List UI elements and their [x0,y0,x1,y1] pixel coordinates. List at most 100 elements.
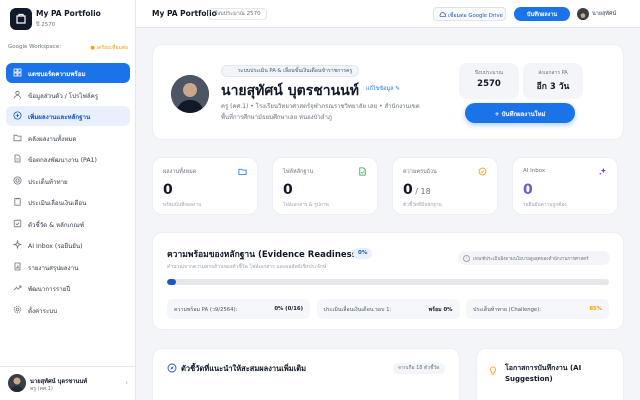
pa-deadline-stat-label: ส่งเอกสาร PA [538,70,568,76]
teacher-position: ครู (คศ.1) • โรงเรียนวิทยาศาสตร์จุฬาภรณร… [221,103,420,110]
fiscal-year-stat-value: 2570 [477,79,501,89]
sidebar-item-8[interactable]: ตัวชี้วัด & หลักเกณฑ์ [6,214,130,234]
record-new-work-button[interactable]: + บันทึกผลงานใหม่ [465,103,575,123]
readiness-item-label: ประเด็นท้าทาย (Challenge): [473,307,542,313]
stat-card-files: ไฟล์หลักฐาน 0 ไฟล์เอกสาร & รูปภาพ [272,157,378,215]
workspace-status[interactable]: ● เตรียมเชื่อมต่อ [91,44,128,52]
user-icon [13,90,22,98]
stat-card-ai-inbox[interactable]: AI Inbox 0 รอยืนยันความถูกต้อง [512,157,618,215]
stat-value: 0 [283,182,293,198]
sidebar-item-label: คลังผลงานทั้งหมด [28,135,77,143]
topbar-user-name[interactable]: นายสุทัศน์ [592,10,616,18]
connect-drive-label: เชื่อมต่อ Google Drive [448,12,503,19]
fiscal-year-badge: ปีงบประมาณ 2570 [208,8,267,20]
sidebar-item-9[interactable]: AI Inbox (รอยืนยัน) [6,235,130,255]
stat-sub: รอยืนยันความถูกต้อง [523,203,567,208]
stat-label: ความครบถ้วน [403,169,437,175]
sidebar-item-label: ข้อมูลส่วนตัว / โปรไฟล์ครู [28,92,99,100]
workspace-row: Google Workspace: ● เตรียมเชื่อมต่อ [8,44,128,54]
stat-number: 0 [403,182,413,198]
policy-note: i เกณฑ์ประเมินอิงตามนโยบายสูงสุดของสำนัก… [458,251,610,265]
stat-label: ไฟล์หลักฐาน [283,169,314,175]
lightbulb-icon [490,366,496,375]
record-new-work-label: + บันทึกผลงานใหม่ [494,111,546,118]
save-work-label: บันทึกผลงาน [526,11,558,18]
workspace-label: Google Workspace: [8,44,62,50]
sidebar-item-label: ประเด็นท้าทาย [28,178,68,186]
sparkle-icon [598,167,607,176]
folder-icon [13,134,22,141]
sidebar-item-5[interactable]: ข้อตกลงพัฒนางาน (PA1) [6,149,130,169]
stat-sub: ไฟล์เอกสาร & รูปภาพ [283,203,329,208]
check-circle-icon [478,167,487,176]
trend-icon [13,285,22,291]
readiness-item-challenge: ประเด็นท้าทาย (Challenge): 85% [466,299,609,319]
cloud-icon [439,12,446,18]
edit-profile-link[interactable]: แก้ไขข้อมูล ✎ [366,85,400,93]
evidence-readiness-card: ความพร้อมของหลักฐาน (Evidence Readiness)… [152,232,624,330]
stat-value: 0 [523,182,533,198]
avatar [8,374,26,392]
sidebar-item-label: ตัวชี้วัด & หลักเกณฑ์ [28,221,85,229]
policy-note-text: เกณฑ์ประเมินอิงตามนโยบายสูงสุดของสำนักงา… [473,257,589,262]
sidebar-item-1[interactable]: แดชบอร์ดความพร้อม [6,63,130,83]
clipboard-icon [14,198,21,206]
readiness-title: ความพร้อมของหลักฐาน (Evidence Readiness) [167,250,361,260]
readiness-item-value: 85% [589,306,602,312]
sidebar-item-2[interactable]: ข้อมูลส่วนตัว / โปรไฟล์ครู [6,85,130,105]
teacher-area: พื้นที่การศึกษามัธยมศึกษาเลย หนองบัวลำภู [221,114,332,121]
file-icon [359,167,366,176]
ai-suggestion-title: โอกาสการบันทึกงาน (AI Suggestion) [505,364,582,383]
stat-value: 0 / 18 [403,182,431,198]
connect-drive-button[interactable]: เชื่อมต่อ Google Drive [433,7,506,21]
sidebar-item-6[interactable]: ประเด็นท้าทาย [6,171,130,191]
sidebar-item-label: เพิ่มผลงานและหลักฐาน [28,114,91,121]
system-badge: ระบบประเมิน PA & เลื่อนขั้นเงินเดือนข้าร… [221,65,360,77]
sidebar-item-label: แดชบอร์ดความพร้อม [28,71,86,78]
sidebar-nav: แดชบอร์ดความพร้อมข้อมูลส่วนตัว / โปรไฟล์… [6,63,130,321]
app-year: ปี 2570 [36,22,56,28]
profile-photo [171,75,209,113]
readiness-percent-badge: 0% [353,248,373,259]
brand[interactable]: My PA Portfolio ปี 2570 [10,8,130,32]
sidebar-item-label: พัฒนาการรายปี [28,286,71,293]
sidebar-item-3[interactable]: เพิ่มผลงานและหลักฐาน [6,106,130,126]
readiness-breakdown: ความพร้อม PA (ว9/2564): 0% (0/16) ประเมิ… [167,299,609,319]
fiscal-year-stat-label: ปีงบประมาณ [474,70,504,76]
target-icon [13,176,22,184]
report-icon [14,262,21,270]
indicator-count-chip: จากเกือ 18 ตัวชี้วัด [393,363,445,374]
sidebar-item-label: ข้อตกลงพัฒนางาน (PA1) [28,157,97,164]
teacher-name: นายสุทัศน์ บุตรชานนท์ [221,83,359,99]
suggested-indicators-title: ตัวชี้วัดที่แนะนำให้สะสมผลงานเพิ่มเติม [181,364,307,373]
sidebar-item-label: AI Inbox (รอยืนยัน) [28,243,83,250]
avatar[interactable] [577,8,589,20]
stat-card-completeness: ความครบถ้วน 0 / 18 ตัวชี้วัดที่มีหลักฐาน [392,157,498,215]
fiscal-year-stat: ปีงบประมาณ 2570 [459,63,519,99]
top-bar: My PA Portfolio ปีงบประมาณ 2570 เชื่อมต่… [136,0,640,28]
folder-icon [238,168,247,176]
sidebar-item-7[interactable]: ประเมินเลื่อนเงินเดือน [6,192,130,212]
stat-sub: ตัวชี้วัดที่มีหลักฐาน [403,203,442,208]
user-role: ครู (คศ.1) [30,386,53,392]
sidebar-item-10[interactable]: รายงานสรุปผลงาน [6,257,130,277]
pa-deadline-stat-value: อีก 3 วัน [536,82,570,92]
stat-number: 0 [283,182,293,198]
save-work-button[interactable]: บันทึกผลงาน [514,7,570,21]
sidebar-user[interactable]: นายสุทัศน์ บุตรชานนท์ ครู (คศ.1) › [0,366,136,400]
readiness-progress-bar [167,279,609,285]
stat-sub: พร้อมบันทึกผลงาน [163,203,202,208]
suggested-indicators-card: ตัวชี้วัดที่แนะนำให้สะสมผลงานเพิ่มเติม จ… [152,348,460,400]
stat-card-works: ผลงานทั้งหมด 0 พร้อมบันทึกผลงาน [152,157,258,215]
sidebar-item-11[interactable]: พัฒนาการรายปี [6,278,130,298]
info-icon: i [463,254,470,262]
chevron-right-icon: › [125,379,128,387]
ai-suggestion-card: โอกาสการบันทึกงาน (AI Suggestion) [476,348,624,400]
stat-label: ผลงานทั้งหมด [163,169,197,175]
readiness-subtitle: คำนวณจากความครบถ้วนของตัวชี้วัด ไฟล์เอกส… [167,264,327,270]
profile-card: ระบบประเมิน PA & เลื่อนขั้นเงินเดือนข้าร… [152,44,624,140]
plus-circle-icon [13,111,22,120]
sidebar-item-12[interactable]: ตั้งค่าระบบ [6,300,130,320]
sidebar-item-label: รายงานสรุปผลงาน [28,264,79,272]
sidebar-item-4[interactable]: คลังผลงานทั้งหมด [6,128,130,148]
